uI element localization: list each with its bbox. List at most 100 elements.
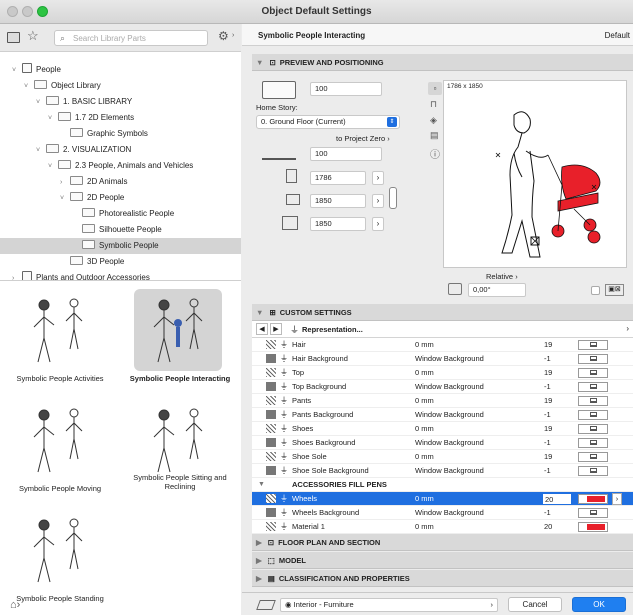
elevation-view-icon[interactable]: ▤ xyxy=(430,130,439,141)
library-settings-icon[interactable]: ⌂› xyxy=(10,599,20,611)
tree-item[interactable]: ˅ 1. BASIC LIBRARY xyxy=(0,94,241,110)
tree-item[interactable]: Symbolic People xyxy=(0,238,241,254)
height-field[interactable]: 1850 xyxy=(310,217,366,231)
pen-swatch[interactable] xyxy=(578,354,608,364)
gallery-item[interactable]: Symbolic People Sitting and Reclining xyxy=(120,391,240,501)
parameter-value[interactable]: Window Background xyxy=(415,352,484,366)
tree-item[interactable]: ˅ 2.3 People, Animals and Vehicles xyxy=(0,158,241,174)
pen-swatch[interactable] xyxy=(578,382,608,392)
chevron-down-icon[interactable]: ˅ xyxy=(48,111,58,127)
parameter-value[interactable]: 0 mm xyxy=(415,492,434,506)
mirror-icon[interactable]: ▣⊠ xyxy=(605,284,624,296)
tree-item[interactable]: ˅ 2D People xyxy=(0,190,241,206)
3d-view-icon[interactable]: ◈ xyxy=(430,115,437,126)
table-row[interactable]: ⏚ Shoe Sole 0 mm 19 xyxy=(252,450,633,464)
pen-number[interactable]: 19 xyxy=(544,422,552,436)
tree-item[interactable]: ˅ Object Library xyxy=(0,78,241,94)
chevron-down-icon[interactable]: ˅ xyxy=(36,95,46,111)
chevron-down-icon[interactable]: ˅ xyxy=(60,191,70,207)
layer-select[interactable]: ◉ Interior - Furniture › xyxy=(280,598,498,612)
parameter-value[interactable]: 0 mm xyxy=(415,450,434,464)
chevron-down-icon[interactable]: ˅ xyxy=(12,63,22,79)
pen-swatch[interactable] xyxy=(578,410,608,420)
pen-number[interactable]: 19 xyxy=(544,450,552,464)
table-row[interactable]: ⏚ Wheels 0 mm 20 › xyxy=(252,492,633,506)
section-view-icon[interactable]: ⊓ xyxy=(430,99,437,110)
tree-item[interactable]: ˅ 2. VISUALIZATION xyxy=(0,142,241,158)
pen-number[interactable]: 20 xyxy=(544,520,552,534)
width-field[interactable]: 1786 xyxy=(310,171,366,185)
tree-item[interactable]: Silhouette People xyxy=(0,222,241,238)
gallery-item[interactable]: Symbolic People Moving xyxy=(0,391,120,501)
info-icon[interactable]: ⓘ xyxy=(430,146,440,161)
pen-number[interactable]: 20 xyxy=(542,493,572,505)
to-project-zero-button[interactable]: to Project Zero › xyxy=(336,134,390,143)
folder-view-icon[interactable] xyxy=(7,32,20,43)
gallery-item[interactable]: Symbolic People Standing xyxy=(0,501,120,611)
gear-icon[interactable]: ⚙ xyxy=(218,29,229,43)
pen-number[interactable]: -1 xyxy=(544,464,551,478)
chain-icon[interactable] xyxy=(389,187,397,209)
pen-swatch[interactable] xyxy=(578,508,608,518)
parameter-value[interactable]: Window Background xyxy=(415,464,484,478)
table-row[interactable]: ⏚ Shoe Sole Background Window Background -1 xyxy=(252,464,633,478)
table-row[interactable]: ⏚ Pants Background Window Background -1 xyxy=(252,408,633,422)
collapsed-section-header[interactable]: ▶ ⊡ FLOOR PLAN AND SECTION xyxy=(252,534,633,551)
angle-field[interactable]: 0,00° xyxy=(468,283,526,297)
chevron-down-icon[interactable]: ▼ xyxy=(258,478,265,492)
table-row[interactable]: ⏚ Pants 0 mm 19 xyxy=(252,394,633,408)
star-icon[interactable]: ☆ xyxy=(27,28,39,44)
chevron-right-icon[interactable]: › xyxy=(232,32,234,39)
pen-number[interactable]: -1 xyxy=(544,436,551,450)
relative-button[interactable]: Relative › xyxy=(486,272,518,281)
mirror-checkbox[interactable] xyxy=(591,286,600,295)
pen-number[interactable]: 19 xyxy=(544,394,552,408)
table-row[interactable]: ⏚ Hair Background Window Background -1 xyxy=(252,352,633,366)
plan-view-icon[interactable]: ▫ xyxy=(428,82,442,95)
custom-settings-header[interactable]: ▼ ⊞ CUSTOM SETTINGS xyxy=(252,304,633,321)
width-arrow-button[interactable]: › xyxy=(372,171,384,185)
pen-number[interactable]: 19 xyxy=(544,338,552,352)
elevation-field[interactable]: 100 xyxy=(310,82,382,96)
tree-item[interactable]: › Plants and Outdoor Accessories xyxy=(0,270,241,280)
parameter-value[interactable]: 0 mm xyxy=(415,520,434,534)
chevron-down-icon[interactable]: ˅ xyxy=(36,143,46,159)
parameter-value[interactable]: Window Background xyxy=(415,408,484,422)
collapsed-section-header[interactable]: ▶ ▤ CLASSIFICATION AND PROPERTIES xyxy=(252,570,633,587)
table-row[interactable]: ⏚ Material 1 0 mm 20 xyxy=(252,520,633,534)
pen-swatch[interactable] xyxy=(578,522,608,532)
pen-number[interactable]: -1 xyxy=(544,408,551,422)
home-story-select[interactable]: 0. Ground Floor (Current) ⇕ xyxy=(256,115,400,129)
pen-number[interactable]: -1 xyxy=(544,352,551,366)
pen-swatch[interactable] xyxy=(578,368,608,378)
table-row[interactable]: ⏚ Top Background Window Background -1 xyxy=(252,380,633,394)
pen-swatch[interactable] xyxy=(578,424,608,434)
pen-chevron-icon[interactable]: › xyxy=(612,493,622,505)
parameter-value[interactable]: 0 mm xyxy=(415,366,434,380)
table-row[interactable]: ⏚ Wheels Background Window Background -1 xyxy=(252,506,633,520)
tree-item[interactable]: › 2D Animals xyxy=(0,174,241,190)
collapsed-section-header[interactable]: ▶ ⬚ MODEL xyxy=(252,552,633,569)
table-group-row[interactable]: ▼ ACCESSORIES FILL PENS xyxy=(252,478,633,492)
tree-item[interactable]: 3D People xyxy=(0,254,241,270)
pen-swatch[interactable] xyxy=(578,340,608,350)
pen-swatch[interactable] xyxy=(578,452,608,462)
tree-item[interactable] xyxy=(0,52,241,62)
chevron-right-icon[interactable]: › xyxy=(12,271,22,280)
parameter-value[interactable]: Window Background xyxy=(415,436,484,450)
cancel-button[interactable]: Cancel xyxy=(508,597,562,612)
search-input[interactable]: ⌕ Search Library Parts xyxy=(54,30,208,46)
chevron-down-icon[interactable]: ˅ xyxy=(48,159,58,175)
height-arrow-button[interactable]: › xyxy=(372,217,384,231)
chevron-down-icon[interactable]: ˅ xyxy=(24,79,34,95)
parameter-value[interactable]: 0 mm xyxy=(415,338,434,352)
table-row[interactable]: ⏚ Shoes Background Window Background -1 xyxy=(252,436,633,450)
pen-swatch[interactable] xyxy=(578,396,608,406)
pen-number[interactable]: -1 xyxy=(544,506,551,520)
pen-swatch[interactable] xyxy=(578,438,608,448)
preview-section-header[interactable]: ▼ ⊡ PREVIEW AND POSITIONING xyxy=(252,54,633,71)
pen-number[interactable]: 19 xyxy=(544,366,552,380)
parameter-value[interactable]: Window Background xyxy=(415,506,484,520)
depth-arrow-button[interactable]: › xyxy=(372,194,384,208)
forward-button[interactable]: ▶ xyxy=(270,323,282,335)
